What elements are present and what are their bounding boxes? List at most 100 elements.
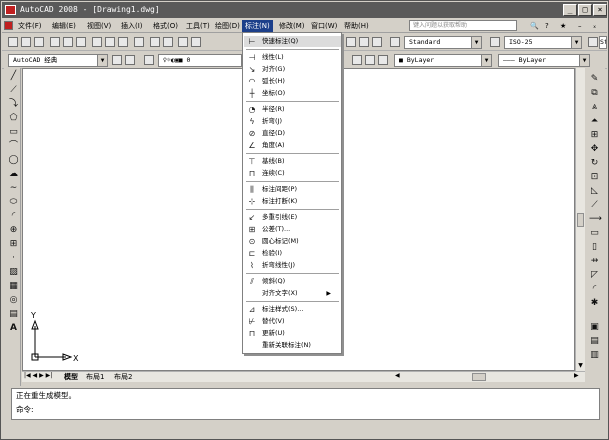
menu-modify[interactable]: 修改(M) [276,20,308,32]
minimize-button[interactable]: _ [563,4,577,16]
paste-icon[interactable] [118,37,128,47]
color-select[interactable]: ■ ByLayer ▼ [394,54,492,67]
help-icon[interactable]: ? [542,20,552,32]
layer-previous-icon[interactable] [352,55,362,65]
workspace-select[interactable]: AutoCAD 经典 ▼ [8,54,108,67]
command-prompt[interactable]: 命令: [16,403,599,417]
copy-object-icon[interactable]: ⧉ [589,88,600,99]
menu-item-dim-break[interactable]: ⊹ 标注打断(K) [244,196,341,207]
hscroll-thumb[interactable] [472,373,486,381]
region-icon[interactable]: ◎ [8,295,19,306]
menu-item-angular[interactable]: ∠ 角度(A) [244,140,341,151]
workspace-settings-icon[interactable] [112,55,122,65]
menu-item-dim-space[interactable]: ⫼ 标注间距(P) [244,184,341,195]
menu-format[interactable]: 格式(O) [150,20,181,32]
plot-icon[interactable] [50,37,60,47]
toolpalette-icon[interactable] [372,37,382,47]
dim-style-select[interactable]: ISO-25 ▼ [504,36,582,49]
designcenter-icon[interactable] [359,37,369,47]
gradient-icon[interactable]: ▦ [8,281,19,292]
menu-draw[interactable]: 绘图(D) [212,20,243,32]
menu-edit[interactable]: 编辑(E) [49,20,79,32]
doc-minimize-button[interactable]: – [575,20,585,32]
layer-isolate-icon[interactable] [365,55,375,65]
menu-item-ordinate[interactable]: ┼ 坐标(O) [244,88,341,99]
menu-item-radius[interactable]: ◔ 半径(R) [244,104,341,115]
join-icon[interactable]: ⇸ [589,256,600,267]
explode-icon[interactable]: ✱ [589,298,600,309]
layer-select[interactable]: ♀☼◐▣■ 0 [158,54,242,67]
menu-view[interactable]: 视图(V) [84,20,114,32]
menu-item-aligned[interactable]: ↘ 对齐(G) [244,64,341,75]
ellipse-icon[interactable]: ⬭ [8,197,19,208]
scroll-down-icon[interactable]: ▼ [576,361,585,370]
ellipse-arc-icon[interactable]: ◜ [8,211,19,222]
line-icon[interactable]: ╱ [8,71,19,82]
pan-icon[interactable] [178,37,188,47]
point-icon[interactable]: · [8,253,19,264]
table-icon[interactable]: ▤ [8,309,19,320]
cut-icon[interactable] [92,37,102,47]
scroll-thumb[interactable] [577,213,584,227]
array-icon[interactable]: ⊞ [589,130,600,141]
menu-item-center-mark[interactable]: ⊙ 圆心标记(M) [244,236,341,247]
text-style-select[interactable]: Standard ▼ [404,36,482,49]
menu-item-multileader[interactable]: ↙ 多重引线(E) [244,212,341,223]
menu-item-dim-style[interactable]: ⊿ 标注样式(S)... [244,304,341,315]
move-icon[interactable]: ✥ [589,144,600,155]
zoom-icon[interactable] [191,37,201,47]
redo-icon[interactable] [163,37,173,47]
rectangle-icon[interactable]: ▭ [8,127,19,138]
workspace-icon[interactable] [125,55,135,65]
menu-insert[interactable]: 插入(I) [118,20,146,32]
menu-item-override[interactable]: ⊬ 替代(V) [244,316,341,327]
menu-item-oblique[interactable]: ⫽ 倾斜(Q) [244,276,341,287]
extra-tool-icon-3[interactable]: ▥ [589,350,600,361]
match-icon[interactable] [134,37,144,47]
menu-item-tolerance[interactable]: ⊞ 公差(T)... [244,224,341,235]
menu-item-diameter[interactable]: ⊘ 直径(D) [244,128,341,139]
spline-icon[interactable]: ∼ [8,183,19,194]
table-style-icon[interactable] [588,37,598,47]
arc-icon[interactable]: ⌒ [8,141,19,152]
mtext-icon[interactable]: A [8,323,19,334]
close-button[interactable]: × [593,4,607,16]
menu-dimension[interactable]: 标注(N) [242,20,273,32]
layer-manager-icon[interactable] [144,55,154,65]
menu-help[interactable]: 帮助(H) [341,20,372,32]
preview-icon[interactable] [63,37,73,47]
maximize-button[interactable]: □ [578,4,592,16]
new-icon[interactable] [8,37,18,47]
menu-item-baseline[interactable]: ⊤ 基线(B) [244,156,341,167]
menu-item-quick-dim[interactable]: ⊢ 快速标注(Q) [244,36,341,47]
menu-item-arc-length[interactable]: ◠ 弧长(H) [244,76,341,87]
doc-icon[interactable] [4,21,13,30]
chamfer-icon[interactable]: ◸ [589,270,600,281]
tab-layout1[interactable]: 布局1 [86,372,104,382]
extra-tool-icon-2[interactable]: ▤ [589,336,600,347]
dim-style-icon[interactable] [490,37,500,47]
hatch-icon[interactable]: ▨ [8,267,19,278]
scroll-right-icon[interactable]: ▶ [574,372,579,379]
linetype-select[interactable]: ——— ByLayer ▼ [498,54,590,67]
menu-item-inspection[interactable]: ⊏ 检验(I) [244,248,341,259]
rotate-icon[interactable]: ↻ [589,158,600,169]
command-window[interactable]: 正在重生成模型。 命令: [11,388,600,420]
make-block-icon[interactable]: ⊞ [8,239,19,250]
help-search-input[interactable]: 键入问题以获取帮助 [409,20,517,31]
menu-item-continue[interactable]: ⊓ 连续(C) [244,168,341,179]
doc-close-button[interactable]: ₓ [590,20,599,32]
insert-block-icon[interactable]: ⊕ [8,225,19,236]
menu-item-update[interactable]: ⊓ 更新(U) [244,328,341,339]
break-icon[interactable]: ▯ [589,242,600,253]
menu-item-linear[interactable]: ⊣ 线性(L) [244,52,341,63]
properties-icon[interactable] [346,37,356,47]
tab-layout2[interactable]: 布局2 [114,372,132,382]
favorites-icon[interactable]: ★ [557,20,569,32]
polyline-icon[interactable]: ⤵ [8,99,19,110]
erase-icon[interactable]: ✎ [589,74,600,85]
copy-icon[interactable] [105,37,115,47]
vertical-scrollbar[interactable]: ▼ [575,68,585,371]
polygon-icon[interactable]: ⬠ [8,113,19,124]
scroll-left-icon[interactable]: ◀ [395,372,400,379]
